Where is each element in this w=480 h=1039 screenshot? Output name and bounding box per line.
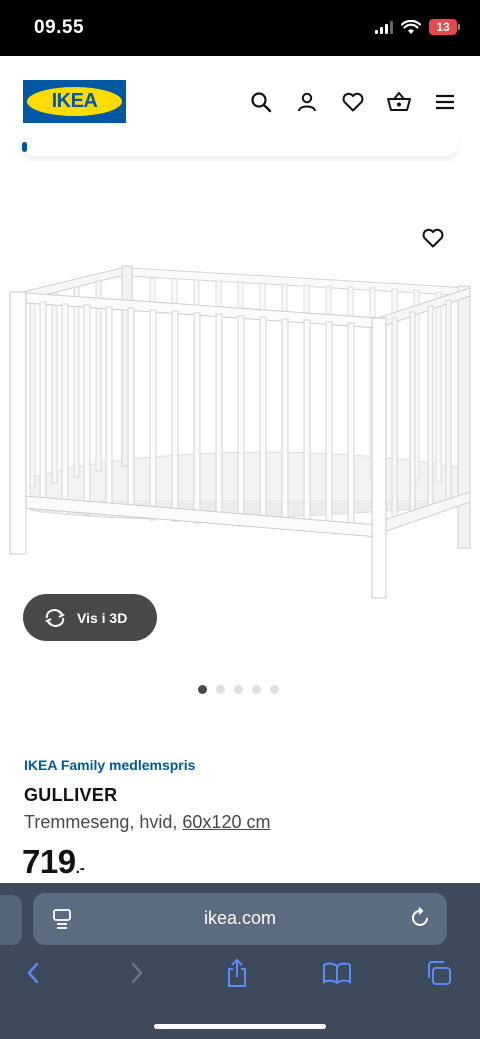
wifi-icon [401, 19, 421, 34]
carousel-dot[interactable] [270, 685, 279, 694]
browser-chrome: ikea.com [0, 883, 480, 1039]
product-image[interactable] [0, 210, 480, 630]
bookmarks-icon[interactable] [322, 957, 352, 989]
account-icon[interactable] [294, 89, 320, 115]
product-size-link[interactable]: 60x120 cm [182, 812, 270, 832]
ikea-logo[interactable]: IKEA [23, 80, 126, 123]
previous-tab-preview[interactable] [0, 895, 22, 945]
view-in-3d-button[interactable]: Vis i 3D [23, 594, 157, 641]
product-description: Tremmeseng, hvid, 60x120 cm [24, 812, 270, 833]
status-bar: 09.55 13 [0, 0, 480, 56]
add-to-wishlist-icon[interactable] [421, 226, 445, 250]
status-time: 09.55 [34, 17, 85, 38]
logo-text: IKEA [51, 90, 98, 112]
cellular-signal-icon [375, 20, 393, 34]
url-text: ikea.com [203, 908, 277, 928]
back-icon[interactable] [18, 957, 48, 989]
carousel-dot[interactable] [234, 685, 243, 694]
tabs-icon[interactable] [424, 957, 454, 989]
shopping-basket-icon[interactable] [386, 89, 412, 115]
battery-icon: 13 [429, 19, 460, 35]
family-price-label: IKEA Family medlemspris [24, 757, 196, 773]
menu-icon[interactable] [432, 89, 458, 115]
reload-icon[interactable] [409, 907, 431, 929]
home-indicator[interactable] [154, 1024, 326, 1029]
battery-level: 13 [429, 19, 457, 35]
heart-icon[interactable] [340, 89, 366, 115]
view-in-3d-label: Vis i 3D [77, 609, 128, 626]
rotate-3d-icon [45, 608, 65, 627]
product-type: Tremmeseng, hvid, [24, 812, 178, 832]
product-price: 719.- [22, 843, 85, 881]
forward-icon[interactable] [122, 957, 152, 989]
collapsed-search-strip [22, 136, 458, 156]
carousel-dot[interactable] [216, 685, 225, 694]
carousel-dot[interactable] [198, 685, 207, 694]
price-amount: 719 [22, 843, 76, 880]
carousel-dot[interactable] [252, 685, 261, 694]
product-name: GULLIVER [24, 785, 118, 805]
header-actions [248, 89, 458, 115]
search-icon[interactable] [248, 89, 274, 115]
price-suffix: .- [75, 860, 85, 877]
image-carousel-dots [198, 685, 279, 694]
share-icon[interactable] [222, 957, 252, 989]
crib-illustration [9, 265, 471, 599]
address-bar[interactable]: ikea.com [33, 893, 447, 945]
status-icons: 13 [375, 19, 460, 35]
browser-toolbar [0, 957, 480, 997]
